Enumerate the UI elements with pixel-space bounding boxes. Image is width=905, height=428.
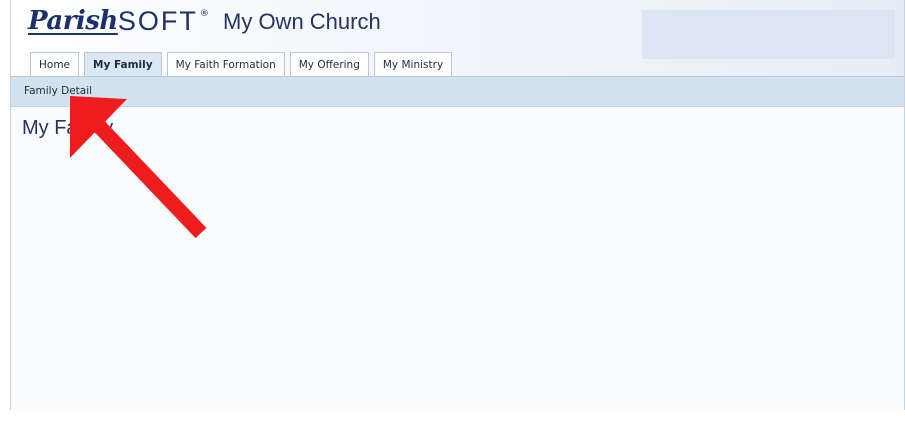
tab-my-ministry[interactable]: My Ministry <box>373 52 453 76</box>
logo-soft-text: SOFT <box>117 5 198 36</box>
app-window: Parish SOFT ® My Own Church Home My Fami… <box>10 0 905 410</box>
logo-registered-mark: ® <box>199 9 209 19</box>
logo-parish-text: Parish <box>28 6 118 36</box>
tab-my-offering[interactable]: My Offering <box>289 52 369 76</box>
church-name: My Own Church <box>223 9 381 34</box>
tab-my-family[interactable]: My Family <box>84 52 162 77</box>
page-title: My Family <box>22 117 114 139</box>
sub-navigation: Family Detail <box>11 76 904 107</box>
header-banner-area <box>642 10 895 59</box>
parishsoft-logo[interactable]: Parish SOFT ® <box>28 2 209 40</box>
tab-home[interactable]: Home <box>30 52 80 76</box>
main-tabs: Home My Family My Faith Formation My Off… <box>30 52 453 77</box>
subnav-family-detail[interactable]: Family Detail <box>24 85 92 97</box>
tab-my-faith-formation[interactable]: My Faith Formation <box>166 52 285 76</box>
